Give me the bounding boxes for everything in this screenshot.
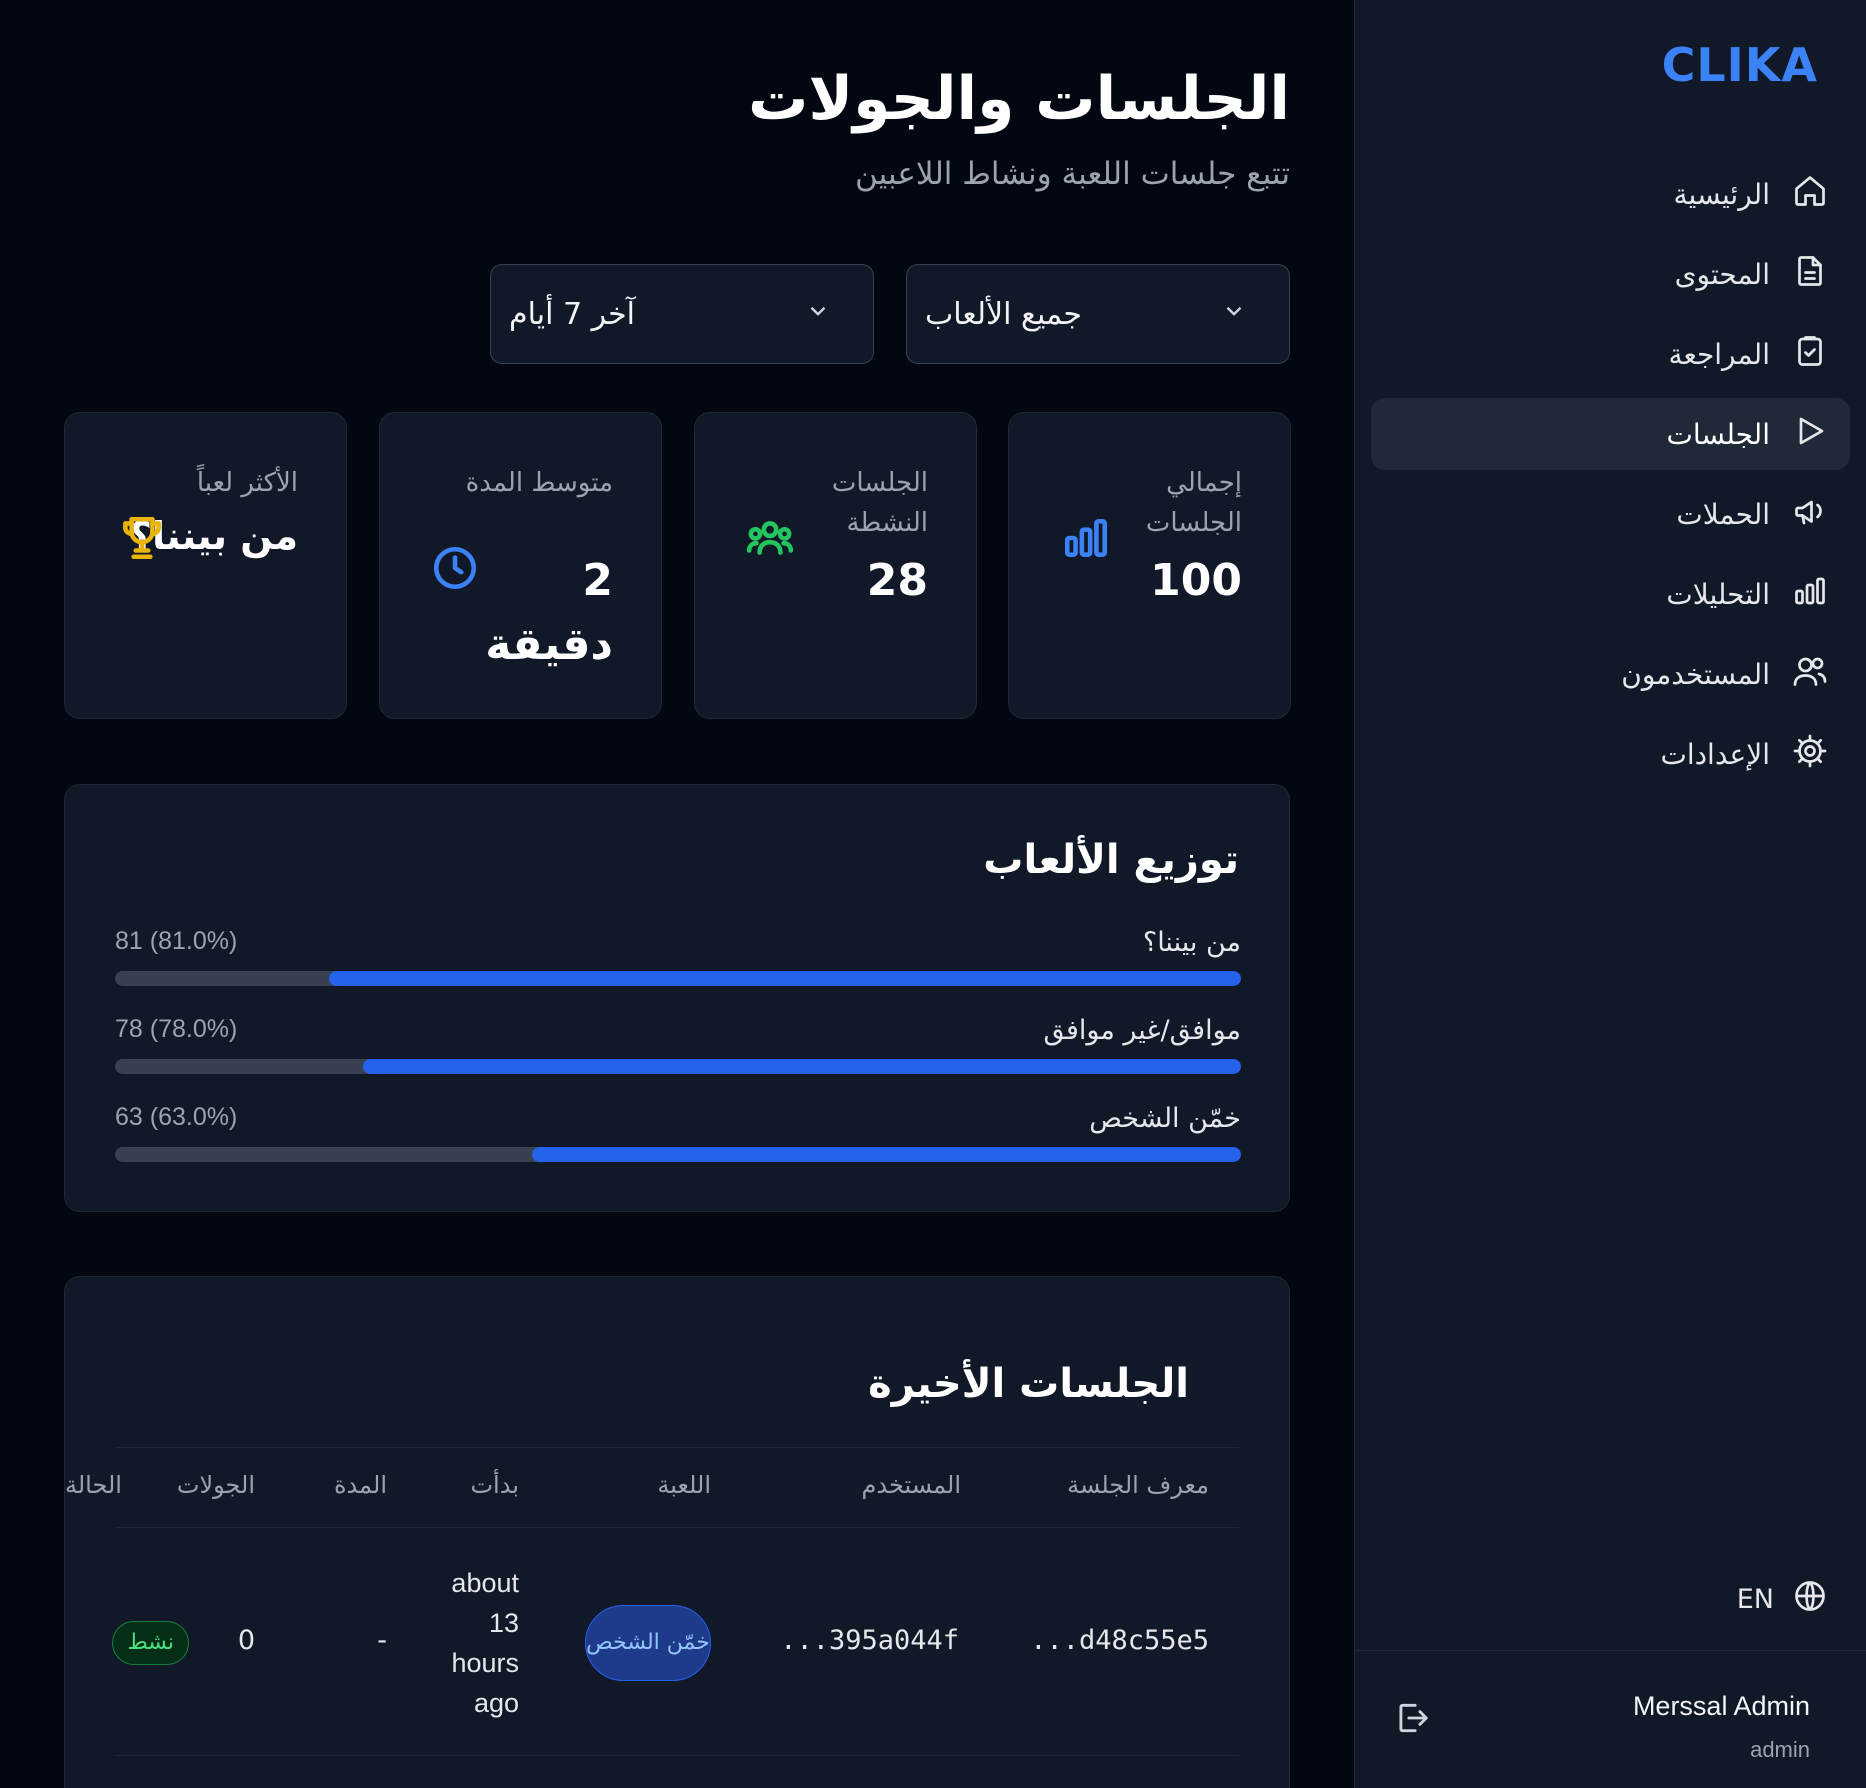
column-header-game[interactable]: اللعبة [657,1471,711,1499]
sidebar-item-home[interactable]: الرئيسية [1371,158,1850,230]
column-header-user[interactable]: المستخدم [862,1471,961,1499]
column-header-status[interactable]: الحالة [65,1471,122,1499]
sidebar-item-campaigns[interactable]: الحملات [1371,478,1850,550]
stat-card-average-duration: متوسط المدة 2 دقيقة [379,412,662,719]
megaphone-icon [1792,493,1828,536]
user-name: Merssal Admin [1632,1691,1810,1721]
home-icon [1792,173,1828,216]
game-distribution-card: توزيع الألعاب من بيننا؟ 81 (81.0%) موافق… [64,784,1290,1212]
globe-icon [1792,1578,1828,1621]
column-header-session-id[interactable]: معرف الجلسة [1067,1471,1209,1499]
cell-rounds: 0 [237,1625,255,1656]
cell-started: about 13 hours ago [451,1568,519,1718]
distribution-bar-track [115,971,1241,986]
language-label: EN [1736,1584,1774,1615]
sidebar-item-label: الرئيسية [1673,177,1770,211]
sidebar-item-label: الحملات [1676,497,1770,531]
clock-icon [430,543,480,593]
play-icon [1792,413,1828,456]
distribution-row: من بيننا؟ 81 (81.0%) [115,927,1241,987]
cell-user[interactable]: ...395a044f [780,1625,959,1656]
distribution-bar-fill [328,971,1241,986]
sidebar-item-review[interactable]: المراجعة [1371,318,1850,390]
cell-status-badge: نشط [112,1621,189,1665]
sidebar-item-label: المستخدمون [1621,657,1770,691]
users-group-icon [745,513,795,563]
page-title: الجلسات والجولات [748,64,1290,134]
stat-card-total-sessions: إجمالي الجلسات 100 [1008,412,1291,719]
user-role: admin [1750,1737,1810,1762]
user-profile: Merssal Admin admin [1355,1650,1866,1788]
page-subtitle: تتبع جلسات اللعبة ونشاط اللاعبين [855,156,1290,192]
stat-card-most-played: الأكثر لعباً من بيننا؟ [64,412,347,719]
table-divider [115,1447,1239,1448]
bar-chart-icon [1792,573,1828,616]
cell-game-badge: خمّن الشخص [585,1605,711,1681]
period-filter-value: آخر 7 أيام [509,296,635,332]
distribution-row: خمّن الشخص 63 (63.0%) [115,1103,1241,1163]
brand-logo[interactable]: CLIKA [1662,38,1818,92]
game-filter-select[interactable]: جميع الألعاب [906,264,1290,364]
column-header-rounds[interactable]: الجولات [177,1471,255,1499]
language-switcher[interactable]: EN [1737,1578,1828,1621]
sidebar-item-settings[interactable]: الإعدادات [1371,718,1850,790]
stat-label: متوسط المدة [465,468,613,498]
distribution-count: 63 (63.0%) [115,1103,238,1131]
chevron-down-icon [805,297,831,332]
sidebar-item-label: الإعدادات [1660,737,1770,771]
distribution-bar-track [115,1059,1241,1074]
stat-card-active-sessions: الجلسات النشطة 28 [694,412,977,719]
distribution-count: 81 (81.0%) [115,927,238,955]
gear-icon [1792,733,1828,776]
sidebar-item-content[interactable]: المحتوى [1371,238,1850,310]
distribution-bar-fill [362,1059,1241,1074]
sidebar-item-sessions[interactable]: الجلسات [1371,398,1850,470]
distribution-bar-fill [531,1147,1241,1162]
clipboard-check-icon [1792,333,1828,376]
game-filter-value: جميع الألعاب [925,296,1082,332]
section-title: الجلسات الأخيرة [868,1361,1189,1407]
bar-chart-icon [1061,513,1111,563]
stat-label: الأكثر لعباً [196,468,298,498]
table-divider [115,1755,1239,1756]
sidebar-item-label: المحتوى [1674,257,1770,291]
distribution-count: 78 (78.0%) [115,1015,238,1043]
logout-icon [1393,1703,1431,1741]
logout-button[interactable] [1393,1699,1431,1737]
column-header-started[interactable]: بدأت [470,1471,519,1499]
distribution-row: موافق/غير موافق 78 (78.0%) [115,1015,1241,1075]
table-divider [115,1527,1239,1528]
sidebar-item-analytics[interactable]: التحليلات [1371,558,1850,630]
sidebar-item-label: التحليلات [1666,577,1770,611]
trophy-icon [117,513,167,563]
distribution-bar-track [115,1147,1241,1162]
distribution-game-name: خمّن الشخص [1089,1103,1241,1134]
recent-sessions-card: الجلسات الأخيرة معرف الجلسة المستخدم الل… [64,1276,1290,1788]
section-title: توزيع الألعاب [983,837,1239,883]
sidebar: CLIKA الرئيسية المحتوى المراجعة الجلسات … [1354,0,1866,1788]
chevron-down-icon [1221,297,1247,332]
sidebar-nav: الرئيسية المحتوى المراجعة الجلسات الحملا… [1371,158,1850,798]
sidebar-item-users[interactable]: المستخدمون [1371,638,1850,710]
sidebar-item-label: المراجعة [1668,337,1770,371]
cell-session-id[interactable]: ...d48c55e5 [1030,1625,1209,1656]
sidebar-item-label: الجلسات [1666,417,1770,451]
users-icon [1792,653,1828,696]
distribution-game-name: من بيننا؟ [1142,927,1241,958]
document-icon [1792,253,1828,296]
cell-duration: - [377,1625,387,1656]
distribution-game-name: موافق/غير موافق [1043,1015,1241,1046]
column-header-duration[interactable]: المدة [334,1471,387,1499]
period-filter-select[interactable]: آخر 7 أيام [490,264,874,364]
